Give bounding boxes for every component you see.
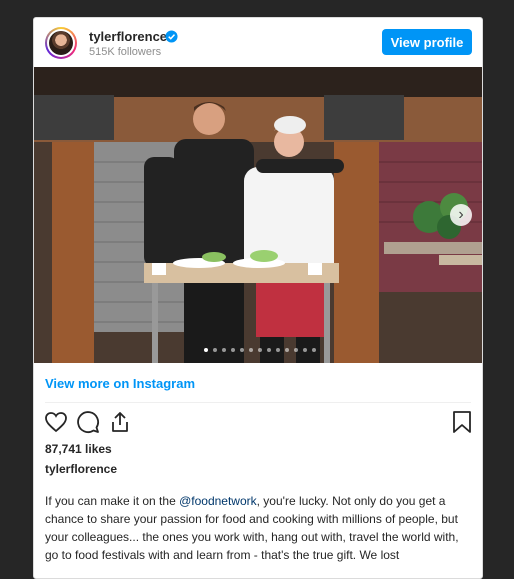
carousel-dot bbox=[231, 348, 235, 352]
carousel-next-button[interactable]: › bbox=[450, 204, 472, 226]
profile-avatar[interactable] bbox=[45, 27, 77, 59]
view-more-on-instagram-link[interactable]: View more on Instagram bbox=[45, 376, 195, 391]
carousel-indicator bbox=[204, 348, 316, 352]
verified-badge-icon bbox=[165, 30, 178, 43]
carousel-dot bbox=[213, 348, 217, 352]
carousel-dot bbox=[294, 348, 298, 352]
share-icon[interactable] bbox=[108, 410, 132, 434]
post-photo[interactable]: › bbox=[34, 67, 482, 363]
carousel-dot bbox=[258, 348, 262, 352]
carousel-dot bbox=[240, 348, 244, 352]
divider bbox=[45, 402, 471, 403]
carousel-dot bbox=[312, 348, 316, 352]
chevron-right-icon: › bbox=[458, 206, 464, 223]
username[interactable]: tylerflorence bbox=[89, 29, 167, 44]
caption-username[interactable]: tylerflorence bbox=[45, 462, 117, 476]
post-header: tylerflorence 515K followers View profil… bbox=[34, 18, 482, 67]
foodnetwork-mention-link[interactable]: @foodnetwork bbox=[179, 494, 257, 508]
follower-count: 515K followers bbox=[89, 46, 162, 58]
caption-text: If you can make it on the bbox=[45, 494, 180, 508]
bookmark-icon[interactable] bbox=[450, 410, 474, 434]
carousel-dot bbox=[285, 348, 289, 352]
comment-icon[interactable] bbox=[76, 410, 100, 434]
carousel-dot bbox=[303, 348, 307, 352]
instagram-embed-card: tylerflorence 515K followers View profil… bbox=[33, 17, 483, 579]
carousel-dot bbox=[276, 348, 280, 352]
post-caption: If you can make it on the @foodnetwork, … bbox=[45, 492, 473, 564]
carousel-dot bbox=[249, 348, 253, 352]
like-count[interactable]: 87,741 likes bbox=[45, 442, 112, 456]
view-profile-button[interactable]: View profile bbox=[382, 29, 472, 55]
heart-icon[interactable] bbox=[44, 410, 68, 434]
carousel-dot bbox=[204, 348, 208, 352]
carousel-dot bbox=[267, 348, 271, 352]
carousel-dot bbox=[222, 348, 226, 352]
kitchen-scene-image bbox=[34, 67, 482, 363]
